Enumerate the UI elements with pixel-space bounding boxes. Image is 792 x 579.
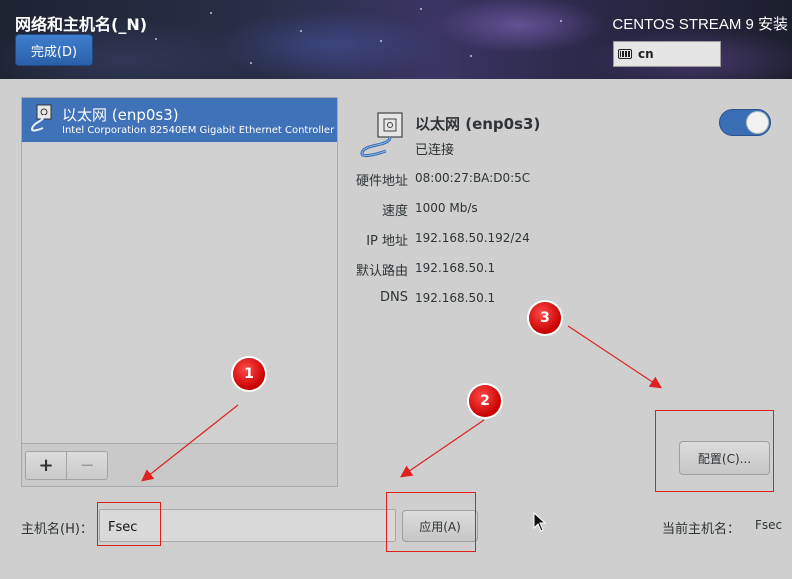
- device-enable-toggle[interactable]: [719, 109, 771, 136]
- done-button[interactable]: 完成(D): [15, 34, 93, 66]
- star-decoration: [560, 20, 562, 22]
- page-title: 网络和主机名(_N): [15, 15, 148, 34]
- keyboard-layout-indicator[interactable]: cn: [613, 41, 721, 67]
- hostname-label: 主机名(H)：: [21, 522, 93, 537]
- annotation-box-hostname: [97, 502, 161, 546]
- current-hostname-label: 当前主机名：: [662, 522, 741, 537]
- dns-label: DNS: [380, 290, 408, 305]
- hardware-address-label: 硬件地址: [355, 174, 408, 189]
- header-bar: 网络和主机名(_N) 完成(D) CENTOS STREAM 9 安装 cn: [0, 0, 792, 79]
- remove-device-button[interactable]: −: [66, 451, 108, 480]
- annotation-box-apply: [386, 492, 476, 552]
- dns-value: 192.168.50.1: [415, 291, 496, 305]
- annotation-marker-2: 2: [469, 385, 501, 417]
- toggle-knob: [746, 111, 769, 134]
- speed-label: 速度: [381, 204, 408, 219]
- product-title: CENTOS STREAM 9 安装: [612, 16, 788, 33]
- star-decoration: [250, 62, 252, 64]
- annotation-marker-3: 3: [529, 302, 561, 334]
- star-decoration: [380, 40, 382, 42]
- star-decoration: [420, 8, 422, 10]
- device-list-item-name: 以太网 (enp0s3): [62, 106, 179, 124]
- device-status: 已连接: [415, 143, 455, 158]
- ip-address-value: 192.168.50.192/24: [415, 231, 530, 245]
- current-hostname-value: Fsec: [755, 518, 783, 532]
- annotation-box-configure: [655, 410, 774, 492]
- annotation-marker-1: 1: [233, 358, 265, 390]
- default-route-value: 192.168.50.1: [415, 261, 496, 275]
- hardware-address-value: 08:00:27:BA:D0:5C: [415, 171, 531, 185]
- star-decoration: [300, 30, 302, 32]
- star-decoration: [210, 12, 212, 14]
- keyboard-icon: [618, 49, 632, 59]
- default-route-label: 默认路由: [355, 264, 408, 279]
- ethernet-icon: [30, 104, 52, 132]
- star-decoration: [470, 55, 472, 57]
- device-list-item[interactable]: 以太网 (enp0s3) Intel Corporation 82540EM G…: [22, 98, 337, 142]
- keyboard-layout-label: cn: [638, 47, 654, 61]
- ip-address-label: IP 地址: [366, 234, 408, 249]
- device-list-toolbar: + −: [22, 443, 337, 486]
- device-list-item-description: Intel Corporation 82540EM Gigabit Ethern…: [62, 125, 337, 136]
- ethernet-icon: [360, 112, 403, 158]
- add-device-button[interactable]: +: [25, 451, 67, 480]
- speed-value: 1000 Mb/s: [415, 201, 478, 215]
- mouse-cursor-icon: [533, 512, 547, 532]
- star-decoration: [155, 38, 157, 40]
- device-name: 以太网 (enp0s3): [415, 115, 541, 133]
